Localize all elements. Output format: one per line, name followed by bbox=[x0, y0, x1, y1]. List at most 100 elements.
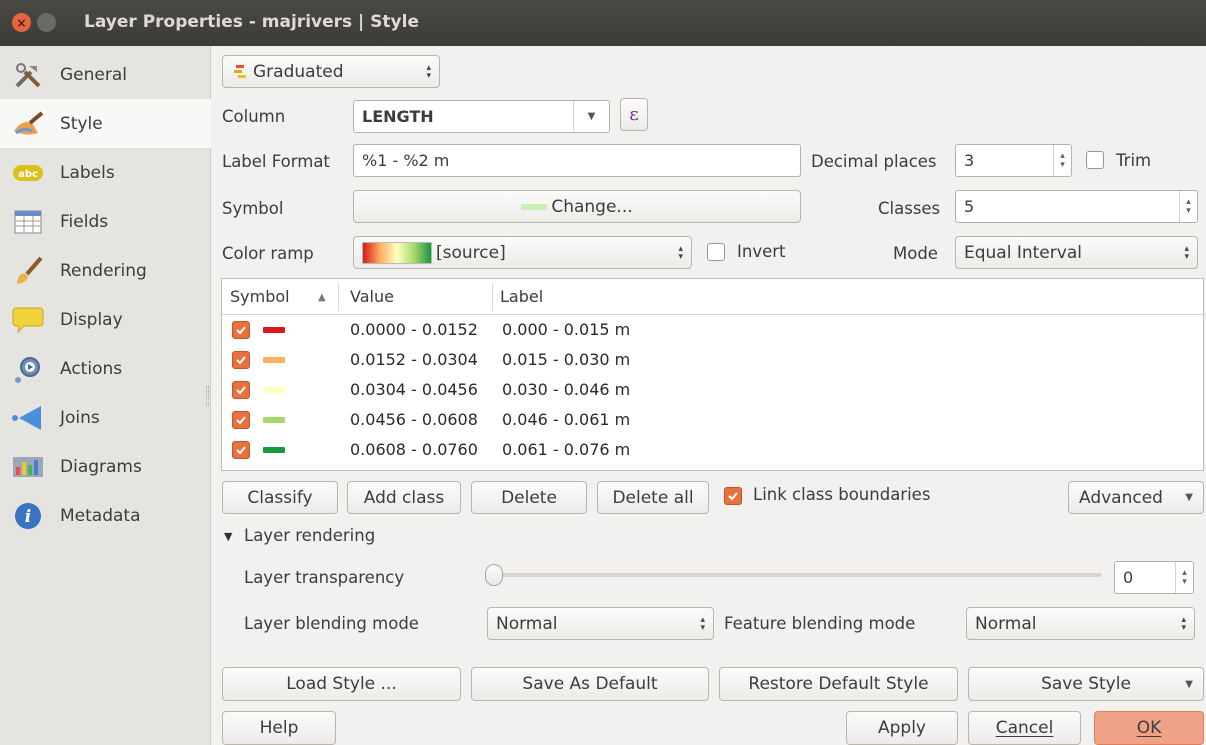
sidebar-item-rendering[interactable]: Rendering bbox=[0, 246, 211, 295]
table-row[interactable]: 0.0000 - 0.0152 0.000 - 0.015 m bbox=[222, 315, 1203, 345]
table-row[interactable]: 0.0152 - 0.0304 0.015 - 0.030 m bbox=[222, 345, 1203, 375]
save-as-default-button[interactable]: Save As Default bbox=[471, 667, 709, 701]
renderer-type-combo[interactable]: Graduated ▴ ▾ bbox=[222, 55, 440, 88]
sidebar-item-diagrams[interactable]: Diagrams bbox=[0, 442, 211, 491]
ok-button[interactable]: OK bbox=[1094, 711, 1204, 745]
apply-button[interactable]: Apply bbox=[846, 711, 958, 745]
advanced-button-label: Advanced bbox=[1079, 487, 1163, 508]
class-checkbox[interactable] bbox=[232, 381, 250, 399]
table-row[interactable]: 0.0456 - 0.0608 0.046 - 0.061 m bbox=[222, 405, 1203, 435]
spin-arrows-icon[interactable]: ▴ ▾ bbox=[1179, 191, 1197, 222]
decimal-places-spinbox[interactable]: 3 ▴ ▾ bbox=[955, 144, 1072, 177]
restore-default-style-button[interactable]: Restore Default Style bbox=[719, 667, 958, 701]
add-class-button[interactable]: Add class bbox=[347, 481, 461, 514]
class-checkbox[interactable] bbox=[232, 411, 250, 429]
trim-checkbox[interactable] bbox=[1086, 151, 1104, 169]
delete-class-button[interactable]: Delete bbox=[471, 481, 587, 514]
sidebar-item-labels[interactable]: abc Labels bbox=[0, 148, 211, 197]
class-value[interactable]: 0.0304 - 0.0456 bbox=[350, 380, 478, 399]
expression-button[interactable]: ε bbox=[620, 98, 648, 131]
splitter-handle[interactable] bbox=[206, 386, 209, 406]
class-checkbox[interactable] bbox=[232, 441, 250, 459]
joins-icon bbox=[11, 403, 45, 433]
link-class-boundaries-checkbox[interactable] bbox=[724, 487, 742, 505]
column-header-symbol[interactable]: Symbol bbox=[230, 287, 290, 306]
sort-ascending-icon: ▲ bbox=[318, 292, 326, 303]
class-label[interactable]: 0.061 - 0.076 m bbox=[502, 440, 630, 459]
delete-all-button[interactable]: Delete all bbox=[597, 481, 709, 514]
sidebar: General Style abc Labels Fields Renderin… bbox=[0, 46, 211, 745]
add-class-button-label: Add class bbox=[363, 487, 445, 508]
tools-icon bbox=[11, 60, 45, 90]
invert-label: Invert bbox=[737, 242, 786, 261]
layer-blending-mode-label: Layer blending mode bbox=[244, 614, 419, 633]
save-style-button[interactable]: Save Style ▼ bbox=[968, 667, 1204, 701]
classes-spinbox[interactable]: 5 ▴ ▾ bbox=[955, 190, 1198, 223]
spin-arrows-icon[interactable]: ▴ ▾ bbox=[1053, 145, 1071, 176]
class-value[interactable]: 0.0608 - 0.0760 bbox=[350, 440, 478, 459]
change-symbol-button[interactable]: Change... bbox=[353, 190, 801, 223]
transparency-slider-handle[interactable] bbox=[485, 564, 503, 586]
class-symbol-swatch[interactable] bbox=[263, 327, 285, 333]
class-value[interactable]: 0.0456 - 0.0608 bbox=[350, 410, 478, 429]
transparency-slider-track[interactable] bbox=[494, 573, 1102, 577]
class-symbol-swatch[interactable] bbox=[263, 357, 285, 363]
sidebar-item-fields[interactable]: Fields bbox=[0, 197, 211, 246]
collapse-triangle-icon[interactable]: ▼ bbox=[224, 530, 232, 543]
table-row[interactable]: 0.0304 - 0.0456 0.030 - 0.046 m bbox=[222, 375, 1203, 405]
decimal-places-value: 3 bbox=[964, 151, 975, 170]
sidebar-item-metadata[interactable]: i Metadata bbox=[0, 491, 211, 540]
class-label[interactable]: 0.015 - 0.030 m bbox=[502, 350, 630, 369]
class-symbol-swatch[interactable] bbox=[263, 447, 285, 453]
sidebar-item-label: Actions bbox=[60, 358, 123, 379]
layer-blending-mode-combo[interactable]: Normal ▴ ▾ bbox=[487, 607, 714, 640]
advanced-menu-button[interactable]: Advanced ▼ bbox=[1068, 481, 1204, 514]
classes-label: Classes bbox=[878, 199, 941, 218]
combo-arrows-icon: ▴ ▾ bbox=[700, 614, 705, 633]
class-symbol-swatch[interactable] bbox=[263, 417, 285, 423]
chevron-down-icon[interactable]: ▼ bbox=[573, 101, 609, 132]
load-style-button[interactable]: Load Style ... bbox=[222, 667, 461, 701]
class-label[interactable]: 0.046 - 0.061 m bbox=[502, 410, 630, 429]
class-label[interactable]: 0.000 - 0.015 m bbox=[502, 320, 630, 339]
table-icon bbox=[11, 207, 45, 237]
class-checkbox[interactable] bbox=[232, 351, 250, 369]
classify-button[interactable]: Classify bbox=[222, 481, 338, 514]
help-button[interactable]: Help bbox=[222, 711, 336, 745]
classes-value: 5 bbox=[964, 197, 975, 216]
invert-checkbox[interactable] bbox=[707, 243, 725, 261]
sidebar-item-actions[interactable]: Actions bbox=[0, 344, 211, 393]
layer-rendering-section-title[interactable]: Layer rendering bbox=[244, 526, 375, 545]
sidebar-item-style[interactable]: Style bbox=[0, 99, 211, 148]
minimize-window-button[interactable] bbox=[37, 13, 56, 32]
spin-arrows-icon[interactable]: ▴ ▾ bbox=[1175, 562, 1193, 593]
sidebar-item-label: Labels bbox=[60, 162, 115, 183]
save-style-label: Save Style bbox=[1041, 674, 1131, 694]
class-value[interactable]: 0.0152 - 0.0304 bbox=[350, 350, 478, 369]
class-value[interactable]: 0.0000 - 0.0152 bbox=[350, 320, 478, 339]
symbol-preview-swatch bbox=[521, 203, 548, 210]
column-header-label[interactable]: Label bbox=[500, 287, 543, 306]
mode-combo[interactable]: Equal Interval ▴ ▾ bbox=[955, 236, 1198, 269]
column-header-value[interactable]: Value bbox=[350, 287, 394, 306]
diagram-icon bbox=[11, 452, 45, 482]
sidebar-item-label: Diagrams bbox=[60, 456, 142, 477]
class-checkbox[interactable] bbox=[232, 321, 250, 339]
class-label[interactable]: 0.030 - 0.046 m bbox=[502, 380, 630, 399]
class-symbol-swatch[interactable] bbox=[263, 387, 285, 393]
sidebar-item-joins[interactable]: Joins bbox=[0, 393, 211, 442]
sidebar-item-general[interactable]: General bbox=[0, 50, 211, 99]
transparency-spinbox[interactable]: 0 ▴ ▾ bbox=[1114, 561, 1194, 594]
sidebar-item-display[interactable]: Display bbox=[0, 295, 211, 344]
chevron-down-icon: ▼ bbox=[1185, 492, 1193, 503]
layer-transparency-label: Layer transparency bbox=[244, 568, 405, 587]
table-row[interactable]: 0.0608 - 0.0760 0.061 - 0.076 m bbox=[222, 435, 1203, 465]
label-format-input[interactable]: %1 - %2 m bbox=[353, 144, 801, 177]
cancel-button[interactable]: Cancel bbox=[968, 711, 1081, 745]
feature-blending-mode-combo[interactable]: Normal ▴ ▾ bbox=[966, 607, 1195, 640]
column-combo[interactable]: LENGTH ▼ bbox=[353, 100, 610, 133]
close-window-button[interactable]: × bbox=[12, 13, 31, 32]
paintbrush-icon bbox=[11, 109, 45, 139]
color-ramp-combo[interactable]: [source] ▴ ▾ bbox=[353, 236, 692, 269]
column-separator bbox=[492, 283, 493, 311]
